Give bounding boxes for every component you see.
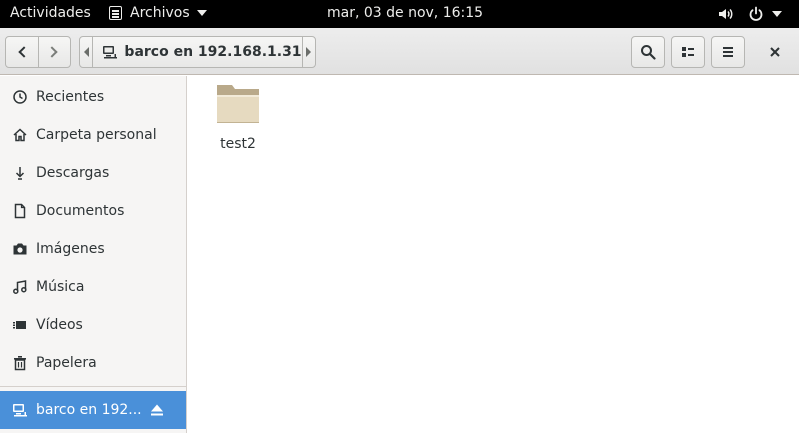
sidebar-item-label: Imágenes xyxy=(36,241,105,257)
back-icon xyxy=(18,46,30,58)
activities-button[interactable]: Actividades xyxy=(10,5,91,21)
menu-icon xyxy=(723,47,733,57)
navigation-buttons xyxy=(5,36,71,68)
system-menu[interactable] xyxy=(718,6,782,22)
sidebar-item-network-mount[interactable]: barco en 192... xyxy=(0,391,186,429)
triangle-left-icon xyxy=(83,47,89,57)
sidebar-separator xyxy=(0,386,186,387)
files-app-icon xyxy=(109,6,122,20)
sidebar-item-imagenes[interactable]: Imágenes xyxy=(0,230,186,268)
sidebar-item-musica[interactable]: Música xyxy=(0,268,186,306)
file-item-test2[interactable]: test2 xyxy=(210,82,266,152)
sidebar-item-label: Papelera xyxy=(36,355,97,371)
document-icon xyxy=(12,203,28,219)
close-window-button[interactable] xyxy=(759,36,791,68)
list-view-icon xyxy=(682,47,694,57)
places-sidebar: Recientes Carpeta personal Descargas Doc… xyxy=(0,76,187,433)
file-name: test2 xyxy=(220,136,256,152)
location-label: barco en 192.168.1.31 xyxy=(124,44,302,60)
sidebar-item-papelera[interactable]: Papelera xyxy=(0,344,186,382)
network-computer-icon xyxy=(12,402,28,418)
sidebar-item-recientes[interactable]: Recientes xyxy=(0,78,186,116)
triangle-right-icon xyxy=(306,47,312,57)
forward-icon xyxy=(46,46,59,58)
sidebar-item-label: Descargas xyxy=(36,165,110,181)
trash-icon xyxy=(12,355,28,371)
back-button[interactable] xyxy=(6,37,38,67)
sidebar-item-videos[interactable]: Vídeos xyxy=(0,306,186,344)
folder-icon xyxy=(215,82,261,130)
chevron-down-icon xyxy=(196,10,207,16)
sidebar-item-label: Carpeta personal xyxy=(36,127,157,143)
download-icon xyxy=(12,165,28,181)
camera-icon xyxy=(12,241,28,257)
power-icon xyxy=(748,6,764,22)
path-bar: barco en 192.168.1.31 xyxy=(79,36,316,68)
system-menu-caret-icon xyxy=(772,11,782,17)
sidebar-item-label: Documentos xyxy=(36,203,125,219)
file-view[interactable]: test2 xyxy=(188,76,799,433)
top-bar: Actividades Archivos mar, 03 de nov, 16:… xyxy=(0,0,799,28)
header-bar: barco en 192.168.1.31 xyxy=(0,28,799,75)
breadcrumb-current-location[interactable]: barco en 192.168.1.31 xyxy=(93,44,302,60)
view-mode-button[interactable] xyxy=(671,36,705,68)
search-icon xyxy=(641,45,656,60)
sidebar-item-label: Recientes xyxy=(36,89,105,105)
search-button[interactable] xyxy=(631,36,665,68)
music-icon xyxy=(12,279,28,295)
main-menu-button[interactable] xyxy=(711,36,745,68)
path-scroll-left-button[interactable] xyxy=(80,37,94,67)
volume-icon xyxy=(718,6,734,22)
app-menu[interactable]: Archivos xyxy=(109,5,207,21)
sidebar-item-descargas[interactable]: Descargas xyxy=(0,154,186,192)
network-computer-icon xyxy=(103,46,118,59)
sidebar-item-carpeta-personal[interactable]: Carpeta personal xyxy=(0,116,186,154)
clock[interactable]: mar, 03 de nov, 16:15 xyxy=(327,5,483,21)
forward-button[interactable] xyxy=(37,37,70,67)
video-icon xyxy=(12,317,28,333)
path-scroll-right-button[interactable] xyxy=(301,37,315,67)
sidebar-item-label: barco en 192... xyxy=(36,402,142,418)
sidebar-item-documentos[interactable]: Documentos xyxy=(0,192,186,230)
eject-icon[interactable] xyxy=(150,403,164,421)
sidebar-item-label: Música xyxy=(36,279,85,295)
sidebar-item-label: Vídeos xyxy=(36,317,83,333)
close-icon xyxy=(770,47,780,57)
app-menu-label: Archivos xyxy=(130,5,190,21)
home-icon xyxy=(12,127,28,143)
clock-icon xyxy=(12,89,28,105)
